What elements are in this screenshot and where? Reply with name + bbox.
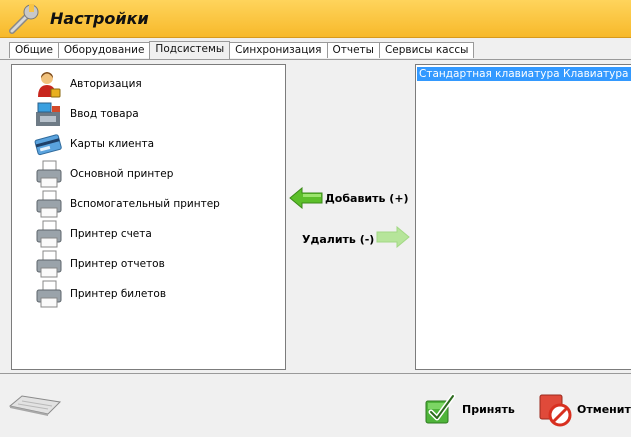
list-item[interactable]: Карты клиента xyxy=(34,129,284,159)
footer-divider xyxy=(0,373,631,374)
arrow-left-icon xyxy=(289,187,323,209)
remove-button[interactable]: Удалить (-) xyxy=(300,225,412,251)
checkmark-icon xyxy=(425,393,456,424)
list-item[interactable]: Основной принтер xyxy=(34,159,284,189)
tab-subsystems[interactable]: Подсистемы xyxy=(149,41,231,59)
client-card-icon xyxy=(34,134,62,156)
list-item[interactable]: Принтер билетов xyxy=(34,279,284,309)
list-item-label: Принтер билетов xyxy=(70,288,167,300)
active-subsystems-list[interactable]: Стандартная клавиатура Клавиатура xyxy=(415,64,631,370)
add-button-label: Добавить (+) xyxy=(325,192,409,205)
wrench-icon xyxy=(9,4,39,34)
tab-reports[interactable]: Отчеты xyxy=(326,42,380,58)
add-button[interactable]: Добавить (+) xyxy=(289,186,409,212)
tab-synchronization[interactable]: Синхронизация xyxy=(229,42,328,58)
list-item-label: Ввод товара xyxy=(70,108,139,120)
cash-register-icon xyxy=(36,102,60,126)
accept-button-label: Принять xyxy=(462,403,515,416)
window-title: Настройки xyxy=(50,9,149,28)
tab-bar: Общие Оборудование Подсистемы Синхрониза… xyxy=(9,41,475,59)
accept-button[interactable]: Принять xyxy=(424,393,524,427)
printer-icon xyxy=(36,250,62,278)
list-item[interactable]: Авторизация xyxy=(34,69,284,99)
list-item-label: Принтер счета xyxy=(70,228,152,240)
list-item-label: Авторизация xyxy=(70,78,142,90)
printer-icon xyxy=(36,220,62,248)
cancel-button-label: Отменить xyxy=(577,403,631,416)
tab-general[interactable]: Общие xyxy=(9,42,59,58)
keyboard-icon[interactable] xyxy=(8,392,62,418)
list-item[interactable]: Ввод товара xyxy=(34,99,284,129)
list-item[interactable]: Вспомогательный принтер xyxy=(34,189,284,219)
arrow-right-icon xyxy=(376,226,410,248)
tab-equipment[interactable]: Оборудование xyxy=(57,42,151,58)
subsystem-name-cell: Стандартная клавиатура xyxy=(419,68,560,80)
printer-icon xyxy=(36,160,62,188)
list-item-label: Основной принтер xyxy=(70,168,174,180)
user-lock-icon xyxy=(38,72,61,98)
subsystem-type-cell: Клавиатура xyxy=(563,68,629,80)
list-item[interactable]: Принтер счета xyxy=(34,219,284,249)
available-subsystems-list[interactable]: Авторизация Ввод товара Карты клиента Ос… xyxy=(11,64,286,370)
tab-divider xyxy=(0,59,631,60)
list-item-label: Принтер отчетов xyxy=(70,258,165,270)
list-item-label: Вспомогательный принтер xyxy=(70,198,220,210)
title-bar: Настройки xyxy=(0,0,631,38)
printer-icon xyxy=(36,280,62,308)
list-item-label: Карты клиента xyxy=(70,138,155,150)
table-row[interactable]: Стандартная клавиатура Клавиатура xyxy=(417,67,631,81)
cancel-button[interactable]: Отменить xyxy=(538,393,631,427)
cancel-icon xyxy=(539,394,572,427)
remove-button-label: Удалить (-) xyxy=(302,233,375,246)
list-item[interactable]: Принтер отчетов xyxy=(34,249,284,279)
printer-icon xyxy=(36,190,62,218)
tab-cash-services[interactable]: Сервисы кассы xyxy=(378,42,475,58)
